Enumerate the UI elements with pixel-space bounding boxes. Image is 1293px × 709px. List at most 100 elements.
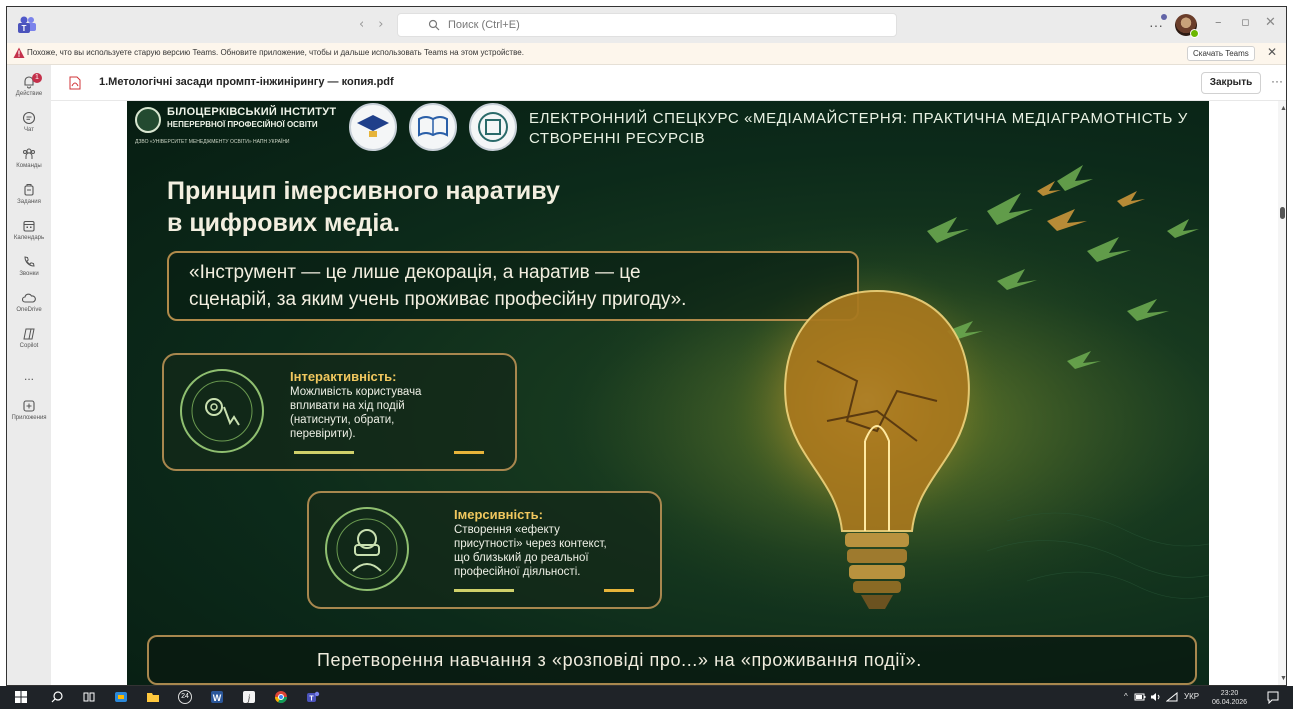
university-emblem-logo: [469, 103, 517, 151]
teams-window: T ‹› Поиск (Ctrl+E) ··· – ▫ ✕ Похоже, чт…: [6, 6, 1287, 686]
task-view-icon[interactable]: [82, 690, 96, 704]
footer-text: Перетворення навчання з «розповіді про..…: [317, 650, 922, 670]
slide-title: Принцип імерсивного наративу в цифрових …: [167, 175, 560, 239]
notification-dot: [1161, 14, 1167, 20]
footer-banner: Перетворення навчання з «розповіді про..…: [147, 635, 1197, 685]
decorative-stripes: [604, 589, 634, 592]
immersiveness-card: Імерсивність: Створення «ефекту присутно…: [307, 491, 662, 609]
rail-label: Задания: [17, 199, 41, 205]
vr-headset-icon: [325, 507, 409, 591]
teams-logo-icon[interactable]: T: [17, 16, 37, 34]
decorative-stripes: [454, 451, 484, 454]
more-options-icon[interactable]: ···: [1271, 74, 1283, 88]
decorative-meter: [294, 451, 354, 454]
rail-item-more[interactable]: ...: [7, 367, 51, 383]
rail-item-teams[interactable]: Команды: [7, 147, 51, 169]
rail-label: Copilot: [19, 343, 39, 349]
apps-icon: [23, 400, 35, 412]
chrome-icon[interactable]: [274, 690, 288, 704]
language-indicator[interactable]: УКР: [1184, 692, 1199, 701]
close-banner-icon[interactable]: ✕: [1267, 45, 1277, 59]
vertical-scrollbar[interactable]: ▲ ▼: [1278, 101, 1286, 685]
minimize-icon[interactable]: –: [1215, 15, 1222, 30]
rail-item-calls[interactable]: Звонки: [7, 255, 51, 277]
title-bar: T ‹› Поиск (Ctrl+E) ··· – ▫ ✕: [7, 7, 1286, 43]
scroll-up-icon[interactable]: ▲: [1280, 105, 1286, 112]
lightbulb-illustration: [784, 289, 970, 609]
slide-title-line: Принцип імерсивного наративу: [167, 177, 560, 205]
chat-icon: [22, 111, 36, 125]
notifications-icon[interactable]: [1266, 690, 1280, 704]
svg-text:j: j: [247, 693, 251, 703]
clock[interactable]: 23:20 06.04.2026: [1212, 689, 1247, 707]
volume-icon[interactable]: [1150, 692, 1162, 702]
card-text-line: Створення «ефекту: [454, 524, 560, 536]
rail-label: Команды: [16, 163, 42, 169]
rail-item-copilot[interactable]: Copilot: [7, 327, 51, 349]
svg-text:T: T: [22, 24, 27, 33]
search-icon[interactable]: [50, 690, 64, 704]
notification-count-icon[interactable]: 24: [178, 690, 192, 704]
rail-label: Календарь: [13, 235, 45, 241]
close-file-button[interactable]: Закрыть: [1201, 72, 1261, 94]
scroll-thumb[interactable]: [1280, 207, 1285, 219]
decorative-meter: [454, 589, 514, 592]
file-title: 1.Метологічні засади промпт-інжинірингу …: [99, 76, 394, 88]
pdf-file-icon: [69, 76, 81, 90]
windows-taskbar: 24 W j T ^ УКР 23:20 06.04.2026: [0, 686, 1293, 709]
card-text-line: що близький до реальної: [454, 552, 589, 564]
pdf-page: БІЛОЦЕРКІВСЬКИЙ ІНСТИТУТ НЕПЕРЕРВНОЇ ПРО…: [127, 101, 1209, 685]
notes-app-icon[interactable]: j: [242, 690, 256, 704]
battery-icon[interactable]: [1134, 692, 1146, 702]
update-banner: Похоже, что вы используете старую версию…: [7, 43, 1286, 65]
teams-taskbar-icon[interactable]: T: [306, 690, 320, 704]
pdf-viewer[interactable]: БІЛОЦЕРКІВСЬКИЙ ІНСТИТУТ НЕПЕРЕРВНОЇ ПРО…: [51, 101, 1286, 685]
tray-chevron-icon[interactable]: ^: [1124, 692, 1128, 701]
download-teams-button[interactable]: Скачать Teams: [1187, 46, 1255, 61]
teams-icon: [23, 148, 35, 159]
clock-time: 23:20: [1220, 690, 1239, 697]
file-explorer-icon[interactable]: [146, 690, 160, 704]
rail-item-calendar[interactable]: Календарь: [7, 219, 51, 241]
windows-start-icon[interactable]: [14, 690, 28, 704]
onedrive-icon: [22, 293, 36, 303]
more-options-icon[interactable]: ···: [1149, 14, 1167, 33]
rail-item-assignments[interactable]: Задания: [7, 183, 51, 205]
more-icon: ...: [23, 369, 34, 383]
rail-item-onedrive[interactable]: OneDrive: [7, 291, 51, 313]
avatar[interactable]: [1175, 14, 1199, 38]
word-icon[interactable]: W: [210, 690, 224, 704]
clock-date: 06.04.2026: [1212, 699, 1248, 706]
card-title: Імерсивність:: [454, 507, 543, 522]
institute-logo: [135, 107, 161, 133]
banner-message: Похоже, что вы используете старую версию…: [27, 48, 524, 57]
rail-item-activity[interactable]: 1 Действие: [7, 73, 51, 97]
maximize-icon[interactable]: ▫: [1241, 15, 1250, 30]
wifi-icon[interactable]: [1166, 692, 1178, 702]
app-rail: 1 Действие Чат Команды Задания Календарь…: [7, 65, 51, 685]
media-app-icon[interactable]: [114, 690, 128, 704]
rail-label: Действие: [15, 91, 43, 97]
course-title: ЕЛЕКТРОННИЙ СПЕЦКУРС «МЕДІАМАЙСТЕРНЯ: ПР…: [529, 110, 1188, 147]
nav-arrows[interactable]: ‹›: [359, 17, 397, 32]
interactivity-card: Інтерактивність: Можливість користувача …: [162, 353, 517, 471]
back-arrow-icon[interactable]: ‹: [359, 17, 378, 32]
scroll-down-icon[interactable]: ▼: [1280, 675, 1286, 682]
activity-badge: 1: [32, 73, 42, 83]
card-title: Інтерактивність:: [290, 369, 397, 384]
status-available-icon: [1190, 29, 1199, 38]
calendar-icon: [23, 220, 35, 232]
rail-label: Звонки: [19, 271, 39, 277]
forward-arrow-icon[interactable]: ›: [378, 17, 397, 32]
rail-item-apps[interactable]: Приложения: [7, 399, 51, 421]
institute-name: БІЛОЦЕРКІВСЬКИЙ ІНСТИТУТ: [167, 106, 337, 118]
rail-item-chat[interactable]: Чат: [7, 111, 51, 133]
card-text-line: присутності» через контекст,: [454, 538, 607, 550]
rail-label: OneDrive: [16, 307, 42, 313]
book-logo: [409, 103, 457, 151]
card-text-line: перевірити).: [290, 428, 356, 440]
file-header: 1.Метологічні засади промпт-інжинірингу …: [51, 65, 1286, 101]
svg-text:W: W: [213, 693, 222, 703]
search-box[interactable]: Поиск (Ctrl+E): [397, 13, 897, 37]
close-window-icon[interactable]: ✕: [1265, 15, 1276, 30]
